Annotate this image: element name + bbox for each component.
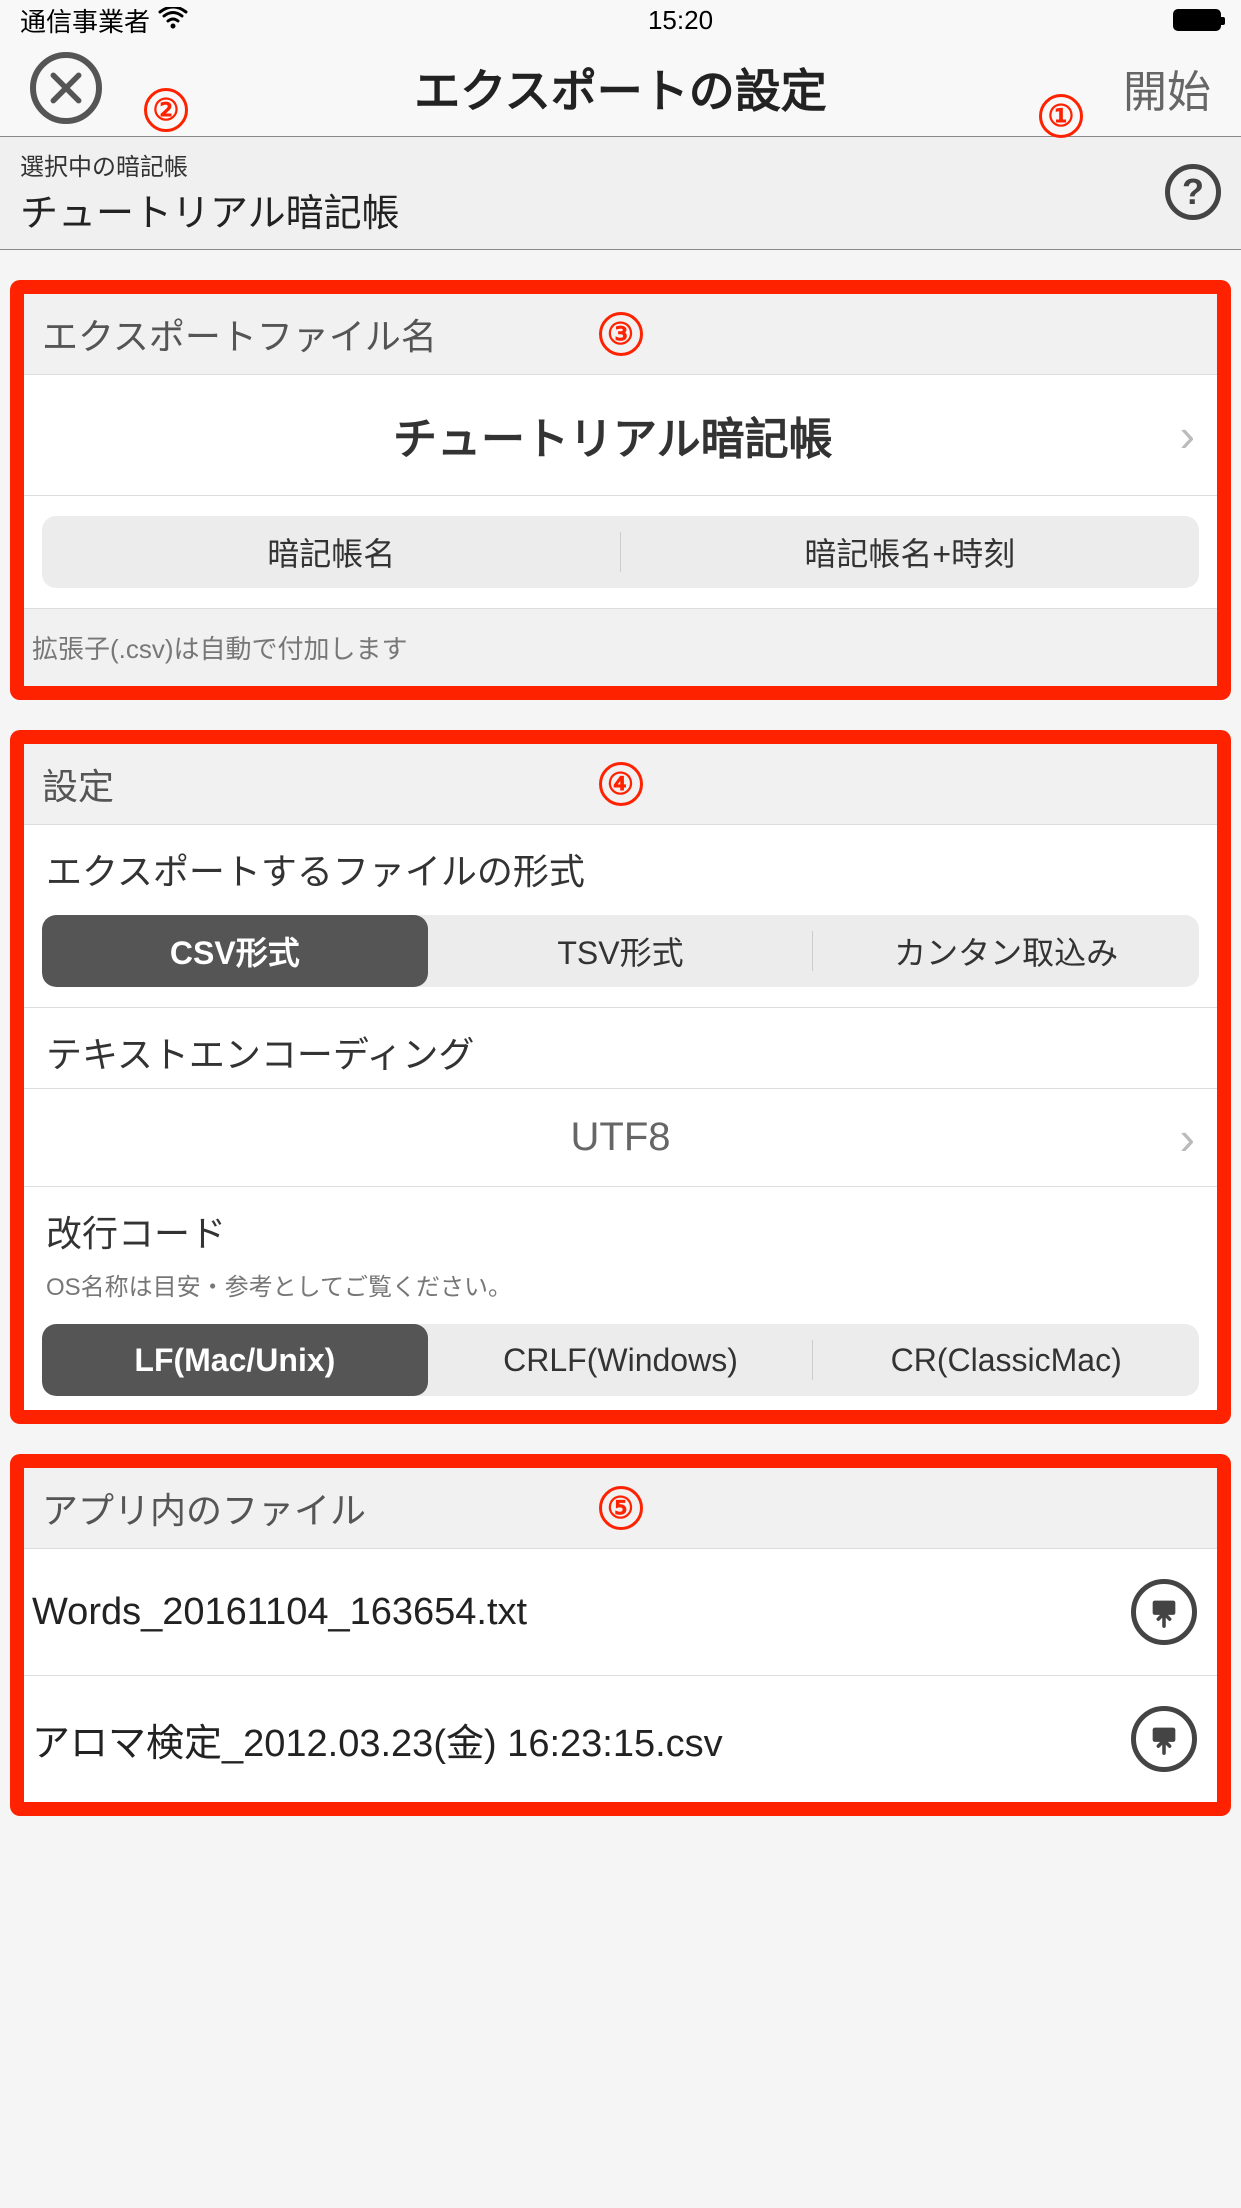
filename-row[interactable]: チュートリアル暗記帳 › xyxy=(24,374,1217,496)
file-name: アロマ検定_2012.03.23(金) 16:23:15.csv xyxy=(32,1712,1131,1767)
carrier-label: 通信事業者 xyxy=(20,2,150,39)
upload-icon xyxy=(1147,1722,1181,1756)
section-settings: 設定 ④ エクスポートするファイルの形式 CSV形式 TSV形式 カンタン取込み… xyxy=(10,730,1231,1424)
chevron-icon: › xyxy=(1180,1111,1195,1165)
status-bar: 通信事業者 15:20 xyxy=(0,0,1241,40)
section-files-title: アプリ内のファイル xyxy=(42,1490,366,1531)
file-row[interactable]: アロマ検定_2012.03.23(金) 16:23:15.csv xyxy=(24,1675,1217,1802)
encoding-label: テキストエンコーディング xyxy=(24,1007,1217,1088)
seg-cr[interactable]: CR(ClassicMac) xyxy=(813,1324,1199,1396)
upload-icon xyxy=(1147,1595,1181,1629)
selected-label: 選択中の暗記帳 xyxy=(20,147,1165,182)
newline-sublabel: OS名称は目安・参考としてご覧ください。 xyxy=(24,1267,1217,1314)
format-seg-row: CSV形式 TSV形式 カンタン取込み xyxy=(24,905,1217,1007)
help-icon: ? xyxy=(1182,171,1204,213)
marker-5: ⑤ xyxy=(599,1486,643,1530)
page-title: エクスポートの設定 xyxy=(414,55,827,121)
marker-3: ③ xyxy=(599,312,643,356)
marker-4: ④ xyxy=(599,762,643,806)
filename-seg-row: 暗記帳名 暗記帳名+時刻 xyxy=(24,496,1217,609)
status-time: 15:20 xyxy=(188,5,1173,36)
file-name: Words_20161104_163654.txt xyxy=(32,1591,1131,1634)
nav-bar: ② エクスポートの設定 開始 ① xyxy=(0,40,1241,136)
format-segment: CSV形式 TSV形式 カンタン取込み xyxy=(42,915,1199,987)
section-filename-title: エクスポートファイル名 xyxy=(42,316,437,357)
upload-button[interactable] xyxy=(1131,1579,1197,1645)
close-button[interactable]: ② xyxy=(30,52,102,124)
file-row[interactable]: Words_20161104_163654.txt xyxy=(24,1548,1217,1675)
seg-name-time[interactable]: 暗記帳名+時刻 xyxy=(621,516,1200,588)
section-files: アプリ内のファイル ⑤ Words_20161104_163654.txt アロ… xyxy=(10,1454,1231,1816)
seg-tsv[interactable]: TSV形式 xyxy=(428,915,814,987)
seg-csv[interactable]: CSV形式 xyxy=(42,915,428,987)
seg-kantan[interactable]: カンタン取込み xyxy=(813,915,1199,987)
battery-icon xyxy=(1173,9,1221,31)
seg-name-only[interactable]: 暗記帳名 xyxy=(42,516,621,588)
chevron-icon: › xyxy=(1180,408,1195,462)
wifi-icon xyxy=(158,5,188,36)
selected-value: チュートリアル暗記帳 xyxy=(20,182,1165,237)
section-filename: エクスポートファイル名 ③ チュートリアル暗記帳 › 暗記帳名 暗記帳名+時刻 … xyxy=(10,280,1231,700)
newline-label: 改行コード xyxy=(24,1186,1217,1267)
filename-note: 拡張子(.csv)は自動で付加します xyxy=(24,609,1217,686)
marker-1: ① xyxy=(1039,94,1083,138)
seg-lf[interactable]: LF(Mac/Unix) xyxy=(42,1324,428,1396)
start-button[interactable]: 開始 ① xyxy=(1123,56,1211,120)
section-settings-header: 設定 ④ xyxy=(24,744,1217,824)
filename-segment: 暗記帳名 暗記帳名+時刻 xyxy=(42,516,1199,588)
close-icon xyxy=(47,69,85,107)
help-button[interactable]: ? xyxy=(1165,164,1221,220)
format-label: エクスポートするファイルの形式 xyxy=(24,824,1217,905)
section-files-header: アプリ内のファイル ⑤ xyxy=(24,1468,1217,1548)
sub-header: 選択中の暗記帳 チュートリアル暗記帳 ? xyxy=(0,136,1241,250)
marker-2: ② xyxy=(144,88,188,132)
filename-value: チュートリアル暗記帳 xyxy=(46,403,1180,467)
newline-seg-row: LF(Mac/Unix) CRLF(Windows) CR(ClassicMac… xyxy=(24,1314,1217,1410)
section-filename-header: エクスポートファイル名 ③ xyxy=(24,294,1217,374)
section-settings-title: 設定 xyxy=(42,766,114,807)
upload-button[interactable] xyxy=(1131,1706,1197,1772)
seg-crlf[interactable]: CRLF(Windows) xyxy=(428,1324,814,1396)
start-label: 開始 xyxy=(1123,68,1211,117)
encoding-row[interactable]: UTF8 › xyxy=(24,1088,1217,1186)
newline-segment: LF(Mac/Unix) CRLF(Windows) CR(ClassicMac… xyxy=(42,1324,1199,1396)
encoding-value: UTF8 xyxy=(46,1115,1195,1160)
